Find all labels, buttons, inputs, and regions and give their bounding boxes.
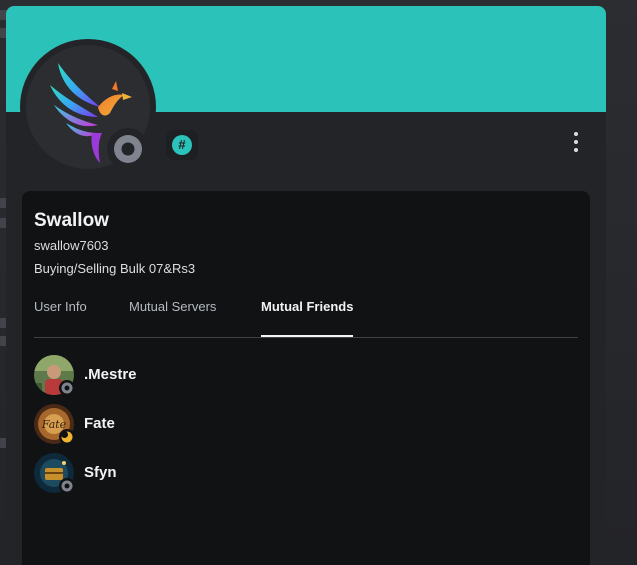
display-name: Swallow bbox=[34, 210, 109, 231]
more-vertical-icon bbox=[574, 132, 578, 136]
friend-name: .Mestre bbox=[84, 366, 137, 383]
more-options-button[interactable] bbox=[568, 130, 584, 158]
list-item[interactable]: Sfyn bbox=[34, 451, 574, 495]
tab-mutual-friends[interactable]: Mutual Friends bbox=[261, 299, 354, 337]
profile-info-panel: Swallow swallow7603 Buying/Selling Bulk … bbox=[22, 191, 590, 565]
tab-user-info[interactable]: User Info bbox=[34, 299, 87, 337]
tabs-divider bbox=[34, 337, 578, 338]
profile-tabs: User Info Mutual Servers Mutual Friends bbox=[34, 299, 578, 339]
tab-mutual-servers[interactable]: Mutual Servers bbox=[129, 299, 216, 337]
status-idle-icon bbox=[59, 429, 75, 445]
list-item[interactable]: .Mestre bbox=[34, 353, 574, 397]
status-offline-icon bbox=[59, 380, 75, 396]
more-vertical-icon bbox=[574, 148, 578, 152]
custom-status: Buying/Selling Bulk 07&Rs3 bbox=[34, 261, 196, 276]
server-tag-icon[interactable]: # bbox=[166, 130, 198, 160]
server-tag-glyph: # bbox=[172, 135, 192, 155]
list-item[interactable]: Fate Fate bbox=[34, 402, 574, 446]
friend-name: Fate bbox=[84, 415, 115, 432]
status-offline-icon bbox=[59, 478, 75, 494]
friend-name: Sfyn bbox=[84, 464, 117, 481]
status-offline-icon bbox=[107, 128, 149, 170]
more-vertical-icon bbox=[574, 140, 578, 144]
user-profile-popout: # Swallow swallow7603 Buying/Selling Bul… bbox=[6, 6, 606, 565]
username: swallow7603 bbox=[34, 238, 109, 253]
